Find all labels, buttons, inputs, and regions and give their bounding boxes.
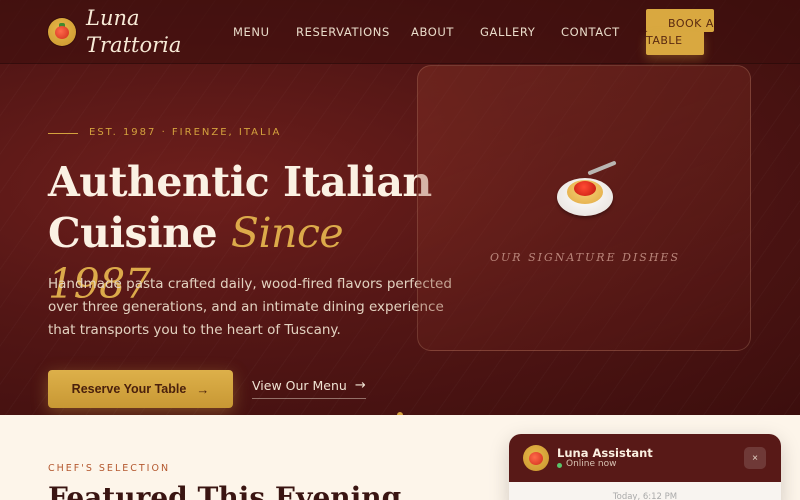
assistant-avatar-icon [523, 445, 549, 471]
hero-subtext: Handmade pasta crafted daily, wood-fired… [48, 276, 452, 338]
spaghetti-icon [555, 160, 619, 218]
chat-widget[interactable]: Luna Assistant Online now × Today, 6:12 … [509, 434, 781, 500]
assistant-status: Online now [566, 459, 617, 469]
arrow-right-icon: → [354, 378, 366, 393]
assistant-name: Luna Assistant [557, 446, 653, 460]
chat-header: Luna Assistant Online now × [509, 434, 781, 482]
featured-eyebrow: CHEF'S SELECTION [48, 463, 171, 474]
signature-dishes-caption: OUR SIGNATURE DISHES [490, 251, 680, 264]
eyebrow-divider [48, 133, 78, 134]
book-a-table-label-line2: TABLE [646, 32, 704, 55]
tomato-logo-icon[interactable] [48, 18, 76, 46]
top-navigation: Luna Trattoria MENU RESERVATIONS ABOUT G… [0, 0, 800, 64]
headline-line1: Authentic Italian [48, 158, 432, 206]
hero-eyebrow: EST. 1987 · FIRENZE, ITALIA [89, 127, 282, 138]
chat-close-button[interactable]: × [744, 447, 766, 469]
nav-link-menu[interactable]: MENU [233, 25, 270, 39]
headline-line2-plain: Cuisine [48, 209, 218, 257]
brand-name-line1: Luna [86, 6, 140, 30]
book-a-table-button[interactable]: BOOK A TABLE [646, 9, 714, 55]
nav-link-reservations[interactable]: RESERVATIONS [296, 25, 390, 39]
nav-link-about[interactable]: ABOUT [411, 25, 454, 39]
chat-timestamp: Today, 6:12 PM [612, 492, 678, 500]
featured-title: Featured This Evening [48, 481, 402, 500]
online-status-dot [557, 463, 562, 468]
nav-link-gallery[interactable]: GALLERY [480, 25, 535, 39]
arrow-right-icon: → [196, 381, 210, 397]
reserve-table-label: Reserve Your Table [71, 382, 187, 396]
brand-name-line2: Trattoria [86, 33, 182, 57]
reserve-table-button[interactable]: Reserve Your Table → [48, 370, 233, 408]
book-a-table-label-line1: BOOK A [646, 9, 714, 32]
chat-body: Today, 6:12 PM [509, 482, 781, 500]
hero-section: Luna Trattoria MENU RESERVATIONS ABOUT G… [0, 0, 800, 415]
view-menu-label: View Our Menu [252, 378, 347, 393]
signature-dishes-card[interactable]: OUR SIGNATURE DISHES [417, 65, 751, 351]
brand-name[interactable]: Luna Trattoria [86, 5, 181, 59]
view-menu-link[interactable]: View Our Menu → [252, 378, 366, 399]
nav-link-contact[interactable]: CONTACT [561, 25, 620, 39]
